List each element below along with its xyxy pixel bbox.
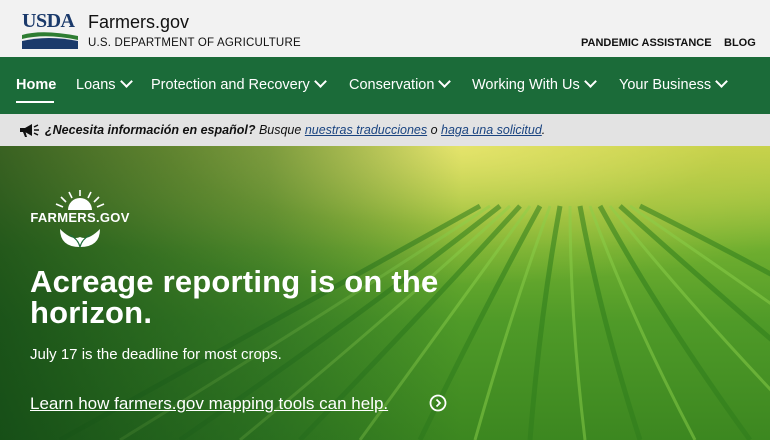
- banner-text-part: Busque: [255, 123, 305, 137]
- nav-item-label: Conservation: [349, 77, 435, 93]
- banner-text-part: o: [427, 123, 442, 137]
- banner-text: ¿Necesita información en español? Busque…: [45, 122, 545, 138]
- megaphone-icon: [20, 124, 39, 137]
- nav-item-your-business[interactable]: Your Business: [619, 75, 729, 94]
- translations-link[interactable]: nuestras traducciones: [305, 123, 427, 137]
- pandemic-assistance-link[interactable]: PANDEMIC ASSISTANCE: [581, 36, 712, 50]
- nav-item-label: Working With Us: [472, 77, 580, 93]
- nav-item-home[interactable]: Home: [16, 77, 56, 94]
- site-header: USDA Farmers.gov U.S. DEPARTMENT OF AGRI…: [0, 0, 770, 57]
- chevron-down-icon: [583, 75, 597, 88]
- request-link[interactable]: haga una solicitud: [441, 123, 542, 137]
- nav-item-loans[interactable]: Loans: [76, 75, 133, 94]
- usda-swoosh-icon: [22, 32, 78, 49]
- farmers-gov-logo-text: FARMERS.GOV: [30, 210, 130, 225]
- chevron-down-icon: [438, 75, 452, 88]
- farmers-gov-logo: FARMERS.GOV: [30, 190, 130, 250]
- usda-logo-text: USDA: [22, 10, 75, 32]
- banner-question: ¿Necesita información en español?: [45, 123, 256, 137]
- nav-item-label: Loans: [76, 77, 116, 93]
- sunrise-icon: [55, 190, 105, 210]
- chevron-down-icon: [715, 75, 729, 88]
- site-name[interactable]: Farmers.gov: [88, 12, 189, 32]
- usda-logo[interactable]: USDA: [22, 11, 78, 49]
- nav-item-conservation[interactable]: Conservation: [349, 75, 452, 94]
- nav-item-protection-and-recovery[interactable]: Protection and Recovery: [151, 75, 327, 94]
- spanish-language-banner: ¿Necesita información en español? Busque…: [0, 114, 770, 146]
- nav-item-label: Home: [16, 77, 57, 93]
- chevron-down-icon: [119, 75, 133, 88]
- banner-text-part: .: [541, 123, 546, 137]
- blog-link[interactable]: BLOG: [724, 36, 756, 50]
- mapping-tools-link[interactable]: Learn how farmers.gov mapping tools can …: [30, 394, 388, 414]
- department-name: U.S. DEPARTMENT OF AGRICULTURE: [88, 37, 301, 49]
- active-nav-indicator: [16, 101, 54, 103]
- hero-section: FARMERS.GOV Acreage reporting is on the …: [0, 146, 770, 440]
- primary-nav: Home Loans Protection and Recovery Conse…: [0, 57, 770, 114]
- nav-item-label: Your Business: [619, 77, 712, 93]
- hero-subtitle: July 17 is the deadline for most crops.: [30, 346, 282, 363]
- hero-title: Acreage reporting is on the horizon.: [30, 264, 439, 330]
- chevron-right-circle-icon[interactable]: [429, 394, 447, 412]
- leaf-icon: [60, 229, 100, 248]
- chevron-down-icon: [313, 75, 327, 88]
- nav-item-working-with-us[interactable]: Working With Us: [472, 75, 597, 94]
- nav-item-label: Protection and Recovery: [151, 77, 310, 93]
